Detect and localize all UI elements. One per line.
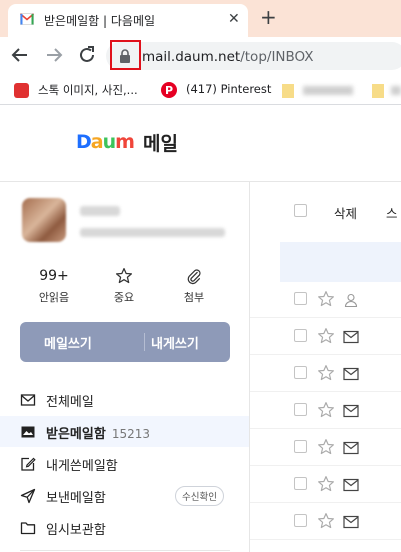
- mail-select-checkbox[interactable]: [294, 329, 307, 342]
- unread-count-badge: 15213: [111, 427, 150, 441]
- bookmark-label: (417) Pinterest: [186, 82, 272, 96]
- blurred-bookmark[interactable]: [303, 86, 353, 95]
- envelope-icon: [343, 440, 359, 455]
- send-icon: [20, 488, 36, 504]
- mail-row[interactable]: [250, 281, 401, 318]
- folder-bookmark-icon[interactable]: [282, 84, 294, 98]
- star-icon-wrap: [96, 266, 152, 286]
- shortcut-important[interactable]: 중요: [96, 266, 152, 305]
- service-name[interactable]: 메일: [143, 129, 178, 156]
- write-to-me-button[interactable]: 내게쓰기: [151, 333, 199, 352]
- header-divider: [0, 181, 401, 182]
- envelope-icon: [343, 477, 359, 492]
- folder-label: 임시보관함: [46, 523, 106, 538]
- folder-sent[interactable]: 보낸메일함 수신확인: [0, 480, 249, 511]
- mail-row[interactable]: [250, 429, 401, 466]
- paperclip-icon: [187, 269, 201, 285]
- url-host: mail.daum.net: [142, 49, 241, 65]
- star-icon[interactable]: [317, 438, 335, 456]
- shortcut-label: 중요: [113, 291, 135, 304]
- url-text: mail.daum.net/top/INBOX: [142, 49, 314, 65]
- mail-row[interactable]: [250, 392, 401, 429]
- pinterest-icon: P: [161, 82, 177, 98]
- blurred-user-email: [80, 228, 225, 237]
- mail-select-checkbox[interactable]: [294, 366, 307, 379]
- envelope-icon: [343, 366, 359, 381]
- browser-tab-strip: 받은메일함 | 다음메일 ✕ +: [0, 0, 401, 37]
- compose-group: 메일쓰기 내게쓰기: [20, 322, 230, 362]
- folder-label: 전체메일: [46, 395, 94, 410]
- lock-highlight-box: [110, 40, 141, 70]
- shortcut-attachment[interactable]: 첨부: [166, 266, 222, 305]
- mail-select-checkbox[interactable]: [294, 403, 307, 416]
- folder-icon: [20, 522, 36, 535]
- browser-toolbar: mail.daum.net/top/INBOX: [0, 37, 401, 75]
- edit-note-icon: [21, 457, 36, 471]
- bookmarks-bar: 스톡 이미지, 사진,... P (417) Pinterest: [0, 75, 401, 105]
- new-tab-button[interactable]: +: [260, 4, 277, 30]
- svg-text:P: P: [165, 84, 173, 97]
- mail-row[interactable]: [250, 318, 401, 355]
- envelope-icon: [343, 329, 359, 344]
- bookmark-label: 스톡 이미지, 사진,...: [38, 83, 138, 97]
- mail-select-checkbox[interactable]: [294, 440, 307, 453]
- mail-row[interactable]: [250, 466, 401, 503]
- inbox-icon: [21, 426, 35, 438]
- blurred-user-name: [80, 206, 120, 216]
- folder-label: 보낸메일함: [46, 491, 106, 506]
- mail-row[interactable]: [250, 503, 401, 540]
- envelope-icon: [343, 403, 359, 418]
- star-icon[interactable]: [317, 364, 335, 382]
- mail-select-checkbox[interactable]: [294, 477, 307, 490]
- forward-arrow-icon[interactable]: [42, 43, 66, 67]
- address-bar[interactable]: mail.daum.net/top/INBOX: [106, 42, 401, 70]
- shortcut-label: 안읽음: [38, 291, 70, 304]
- star-icon[interactable]: [317, 327, 335, 345]
- avatar[interactable]: [22, 198, 66, 242]
- star-icon: [115, 267, 133, 284]
- delete-button[interactable]: 삭제: [334, 203, 357, 222]
- sidebar-bottom-divider: [20, 550, 230, 551]
- folder-all-mail[interactable]: 전체메일: [0, 384, 249, 415]
- browser-tab[interactable]: 받은메일함 | 다음메일 ✕: [8, 4, 248, 37]
- reload-icon[interactable]: [75, 43, 99, 67]
- url-path: /top/INBOX: [240, 49, 314, 65]
- star-icon[interactable]: [317, 290, 335, 308]
- toolbar-next-button[interactable]: 스: [386, 203, 398, 222]
- gmail-favicon-icon: [20, 13, 34, 25]
- blurred-bookmark[interactable]: [391, 86, 401, 95]
- mail-select-checkbox[interactable]: [294, 514, 307, 527]
- unread-count: 99+: [39, 268, 69, 284]
- folder-label: 내게쓴메일함: [46, 459, 118, 474]
- person-icon: [343, 292, 359, 308]
- mail-icon: [20, 394, 36, 406]
- paperclip-icon-wrap: [166, 266, 222, 286]
- folder-drafts[interactable]: 임시보관함: [0, 512, 249, 543]
- folder-label-wrap: 받은메일함 15213: [46, 423, 150, 442]
- back-arrow-icon[interactable]: [8, 43, 32, 67]
- shortcut-unread[interactable]: 99+ 안읽음: [26, 266, 82, 305]
- envelope-icon: [343, 514, 359, 529]
- list-banner: [280, 242, 401, 282]
- red-square-icon: [14, 83, 29, 98]
- mail-row[interactable]: [250, 355, 401, 392]
- star-icon[interactable]: [317, 475, 335, 493]
- svg-text:Daum: Daum: [76, 131, 134, 152]
- folder-inbox[interactable]: 받은메일함 15213: [0, 416, 249, 447]
- daum-logo-icon: Daum: [76, 131, 134, 152]
- folder-sent-to-me[interactable]: 내게쓴메일함: [0, 448, 249, 479]
- folder-bookmark-icon[interactable]: [372, 84, 384, 98]
- read-receipt-button[interactable]: 수신확인: [175, 486, 224, 506]
- select-all-checkbox[interactable]: [294, 204, 307, 217]
- shortcut-label: 첨부: [183, 291, 205, 304]
- folder-label: 받은메일함: [46, 427, 106, 442]
- star-icon[interactable]: [317, 401, 335, 419]
- tab-close-icon[interactable]: ✕: [228, 10, 240, 28]
- mail-select-checkbox[interactable]: [294, 292, 307, 305]
- compose-separator: [144, 333, 145, 351]
- tab-title: 받은메일함 | 다음메일: [44, 14, 156, 28]
- write-mail-button[interactable]: 메일쓰기: [44, 333, 92, 352]
- star-icon[interactable]: [317, 512, 335, 530]
